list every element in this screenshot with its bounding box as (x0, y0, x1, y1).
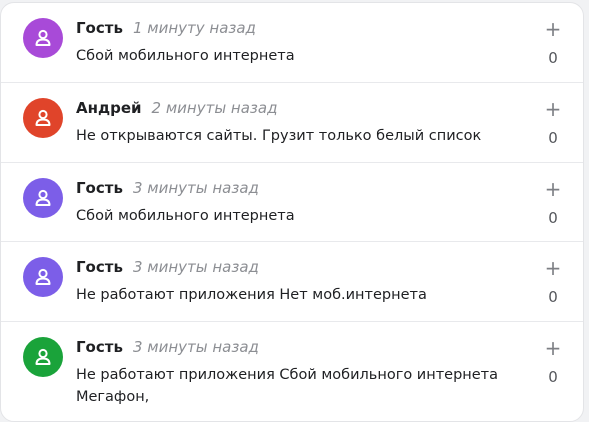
comment-author: Андрей (76, 99, 142, 117)
comment-meta: Гость 3 минуты назад (76, 337, 259, 357)
comment-meta: Гость 3 минуты назад (76, 257, 259, 277)
comment-time: 1 минуту назад (132, 19, 256, 37)
upvote-button[interactable]: + (543, 17, 563, 41)
upvote-button[interactable]: + (543, 97, 563, 121)
vote-count: 0 (548, 129, 558, 147)
upvote-button[interactable]: + (543, 177, 563, 201)
upvote-button[interactable]: + (543, 336, 563, 360)
comment-meta: Гость 3 минуты назад (76, 178, 259, 198)
comment-time: 3 минуты назад (132, 179, 259, 197)
avatar (23, 178, 63, 218)
avatar (23, 98, 63, 138)
vote-count: 0 (548, 368, 558, 386)
comment-item: Гость 3 минуты назад Сбой мобильного инте… (1, 163, 583, 242)
user-icon (35, 268, 51, 285)
comment-meta: Гость 1 минуту назад (76, 18, 256, 38)
comment-author: Гость (76, 338, 123, 356)
comment-text: Сбой мобильного интернета (76, 208, 295, 224)
user-icon (35, 348, 51, 365)
avatar (23, 337, 63, 377)
comment-meta: Андрей 2 минуты назад (76, 98, 277, 118)
avatar (23, 257, 63, 297)
upvote-button[interactable]: + (543, 256, 563, 280)
comments-card: Гость 1 минуту назад Сбой мобильного инте… (0, 2, 584, 422)
comment-time: 3 минуты назад (132, 258, 259, 276)
comment-time: 3 минуты назад (132, 338, 259, 356)
comment-author: Гость (76, 179, 123, 197)
vote-count: 0 (548, 209, 558, 227)
comment-author: Гость (76, 258, 123, 276)
comment-item: Гость 1 минуту назад Сбой мобильного инте… (1, 3, 583, 83)
user-icon (35, 109, 51, 126)
vote-count: 0 (548, 49, 558, 67)
comment-time: 2 минуты назад (151, 99, 278, 117)
vote-count: 0 (548, 288, 558, 306)
user-icon (35, 29, 51, 46)
comment-text: Не работают приложения Нет моб.интернета (76, 287, 427, 303)
comment-item: Гость 3 минуты назад Не работают приложен… (1, 242, 583, 322)
user-icon (35, 189, 51, 206)
comment-item: Андрей 2 минуты назад Не открываются сайт… (1, 83, 583, 163)
avatar (23, 18, 63, 58)
comment-item: Гость 3 минуты назад Не работают приложен… (1, 322, 583, 421)
comment-author: Гость (76, 19, 123, 37)
comment-text: Не открываются сайты. Грузит только белы… (76, 128, 482, 144)
comment-text: Не работают приложения Сбой мобильного и… (76, 367, 499, 405)
comment-text: Сбой мобильного интернета (76, 48, 295, 64)
